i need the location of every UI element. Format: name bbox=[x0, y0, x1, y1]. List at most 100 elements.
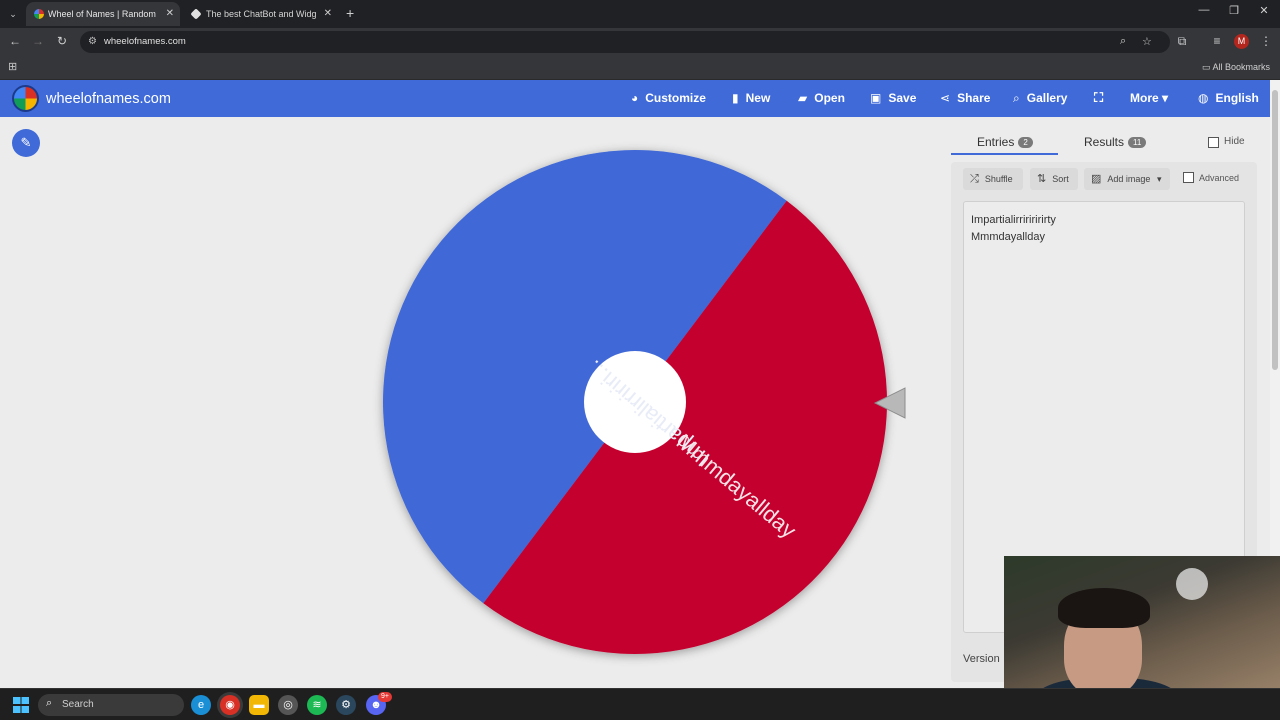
entries-tab-label: Entries bbox=[977, 135, 1015, 149]
language-button[interactable]: ◍ English bbox=[1198, 91, 1259, 105]
tab-results[interactable]: Results 11 bbox=[1084, 135, 1147, 149]
webcam-person-hair bbox=[1058, 588, 1150, 628]
gallery-label: Gallery bbox=[1026, 91, 1068, 105]
more-label: More bbox=[1130, 91, 1159, 105]
discord-notification-badge: 9+ bbox=[378, 692, 392, 702]
customize-label: Customize bbox=[645, 91, 706, 105]
wheel-favicon-icon bbox=[34, 9, 44, 19]
search-icon: ⌕ bbox=[46, 697, 53, 709]
close-tab-icon[interactable]: ✕ bbox=[324, 2, 332, 26]
version-label: Version bbox=[963, 653, 1000, 665]
sort-button[interactable]: ⇅ Sort bbox=[1030, 168, 1078, 190]
save-button[interactable]: ▣ Save bbox=[870, 91, 916, 105]
scrollbar-thumb[interactable] bbox=[1272, 90, 1278, 370]
results-count-badge: 11 bbox=[1128, 137, 1147, 148]
palette-icon: ◕ bbox=[631, 91, 639, 105]
bookmarks-bar: ⊞ ▭ All Bookmarks bbox=[0, 56, 1280, 80]
fullscreen-icon: ⛶ bbox=[1094, 90, 1104, 105]
share-label: Share bbox=[957, 91, 991, 105]
new-label: New bbox=[745, 91, 771, 105]
wheel-canvas[interactable]: Impartialirririri... Mmmdayallday bbox=[370, 140, 930, 670]
shuffle-icon: ⤮ bbox=[970, 173, 979, 185]
fullscreen-button[interactable]: ⛶ bbox=[1094, 90, 1103, 106]
close-tab-icon[interactable]: ✕ bbox=[166, 2, 174, 26]
webcam-background-fan bbox=[1176, 568, 1208, 600]
spotify-icon[interactable]: ≋ bbox=[307, 695, 327, 715]
entry-line[interactable]: Impartialirririririrty bbox=[971, 212, 1237, 229]
share-button[interactable]: ⋖ Share bbox=[940, 91, 990, 105]
file-icon: ▮ bbox=[732, 91, 739, 105]
restore-icon[interactable]: ❐ bbox=[1225, 4, 1243, 17]
sort-label: Sort bbox=[1052, 174, 1069, 184]
bookmark-star-icon[interactable]: ☆ bbox=[1142, 35, 1152, 48]
site-info-icon[interactable]: ⚙ bbox=[88, 36, 97, 47]
media-control-icon[interactable]: ≡ bbox=[1209, 34, 1225, 48]
all-bookmarks-link[interactable]: ▭ All Bookmarks bbox=[1202, 62, 1270, 73]
all-bookmarks-label: All Bookmarks bbox=[1212, 62, 1270, 72]
apps-grid-icon[interactable]: ⊞ bbox=[8, 60, 17, 73]
entry-line[interactable]: Mmmdayallday bbox=[971, 229, 1237, 246]
browser-tab-chatbot[interactable]: The best ChatBot and Widgets ✕ bbox=[184, 2, 338, 26]
file-explorer-icon[interactable]: ▬ bbox=[249, 695, 269, 715]
steam-icon[interactable]: ⚙ bbox=[336, 695, 356, 715]
url-text[interactable]: wheelofnames.com bbox=[104, 36, 186, 47]
chevron-down-icon: ▾ bbox=[1162, 91, 1169, 105]
windows-start-icon[interactable] bbox=[13, 697, 29, 713]
browser-toolbar: ← → ↻ ⚙ wheelofnames.com ⌕ ☆ ⧉ ≡ M ⋮ bbox=[0, 28, 1280, 56]
sort-icon: ⇅ bbox=[1037, 173, 1047, 185]
search-icon: ⌕ bbox=[1013, 91, 1020, 105]
folder-icon: ▰ bbox=[798, 91, 808, 105]
site-header: wheelofnames.com ◕ Customize ▮ New ▰ Open ▣… bbox=[0, 80, 1270, 117]
back-arrow-icon[interactable]: ← bbox=[7, 34, 23, 48]
browser-menu-icon[interactable]: ⋮ bbox=[1258, 34, 1274, 48]
image-icon: ▨ bbox=[1091, 173, 1102, 185]
edit-pencil-button[interactable]: ✎ bbox=[12, 129, 40, 157]
taskbar-search[interactable]: ⌕ Search bbox=[38, 694, 184, 716]
address-bar[interactable]: ⚙ wheelofnames.com ⌕ ☆ bbox=[80, 31, 1170, 53]
shuffle-label: Shuffle bbox=[984, 174, 1013, 184]
open-label: Open bbox=[814, 91, 845, 105]
entries-count-badge: 2 bbox=[1018, 137, 1033, 148]
app-icon[interactable]: ◎ bbox=[278, 695, 298, 715]
results-tab-label: Results bbox=[1084, 135, 1125, 149]
tab-title: The best ChatBot and Widgets bbox=[206, 9, 316, 19]
share-icon: ⋖ bbox=[940, 91, 951, 105]
hide-checkbox[interactable] bbox=[1208, 137, 1219, 148]
pencil-icon: ✎ bbox=[20, 135, 32, 150]
edge-icon[interactable]: e bbox=[191, 695, 211, 715]
wheel-logo-icon[interactable] bbox=[12, 85, 39, 112]
gallery-button[interactable]: ⌕ Gallery bbox=[1013, 91, 1067, 106]
active-tab-indicator bbox=[951, 153, 1058, 155]
save-icon: ▣ bbox=[870, 91, 882, 105]
browser-tab-strip: ⌄ Wheel of Names | Random nam ✕ The best… bbox=[0, 0, 1280, 28]
language-label: English bbox=[1215, 91, 1259, 105]
add-image-button[interactable]: ▨ Add image ▾ bbox=[1084, 168, 1170, 190]
save-label: Save bbox=[888, 91, 917, 105]
browser-tab-wheel-of-names[interactable]: Wheel of Names | Random nam ✕ bbox=[26, 2, 180, 26]
customize-button[interactable]: ◕ Customize bbox=[631, 91, 706, 105]
forward-arrow-icon[interactable]: → bbox=[30, 34, 46, 48]
new-tab-button[interactable]: + bbox=[346, 5, 354, 21]
tab-entries[interactable]: Entries 2 bbox=[977, 135, 1033, 149]
chrome-icon[interactable]: ◉ bbox=[220, 695, 240, 715]
extensions-icon[interactable]: ⧉ bbox=[1174, 34, 1190, 49]
add-image-label: Add image bbox=[1107, 174, 1151, 184]
site-logo-text[interactable]: wheelofnames.com bbox=[46, 91, 171, 107]
shuffle-button[interactable]: ⤮ Shuffle bbox=[963, 168, 1023, 190]
tab-search-chevron-icon[interactable]: ⌄ bbox=[5, 6, 21, 22]
open-button[interactable]: ▰ Open bbox=[798, 91, 845, 105]
new-button[interactable]: ▮ New bbox=[732, 91, 770, 105]
hide-label: Hide bbox=[1224, 136, 1245, 147]
taskbar-search-placeholder: Search bbox=[62, 699, 94, 710]
zoom-icon[interactable]: ⌕ bbox=[1120, 35, 1126, 48]
profile-avatar[interactable]: M bbox=[1234, 34, 1249, 49]
globe-icon: ◍ bbox=[1198, 91, 1209, 105]
advanced-label: Advanced bbox=[1199, 173, 1240, 183]
minimize-icon[interactable]: — bbox=[1195, 4, 1213, 16]
chatbot-favicon-icon bbox=[190, 8, 202, 20]
chevron-down-icon: ▾ bbox=[1156, 174, 1162, 184]
reload-icon[interactable]: ↻ bbox=[54, 34, 70, 48]
advanced-checkbox[interactable] bbox=[1183, 172, 1194, 183]
close-window-icon[interactable]: ✕ bbox=[1255, 4, 1273, 17]
more-button[interactable]: More ▾ bbox=[1130, 91, 1168, 105]
